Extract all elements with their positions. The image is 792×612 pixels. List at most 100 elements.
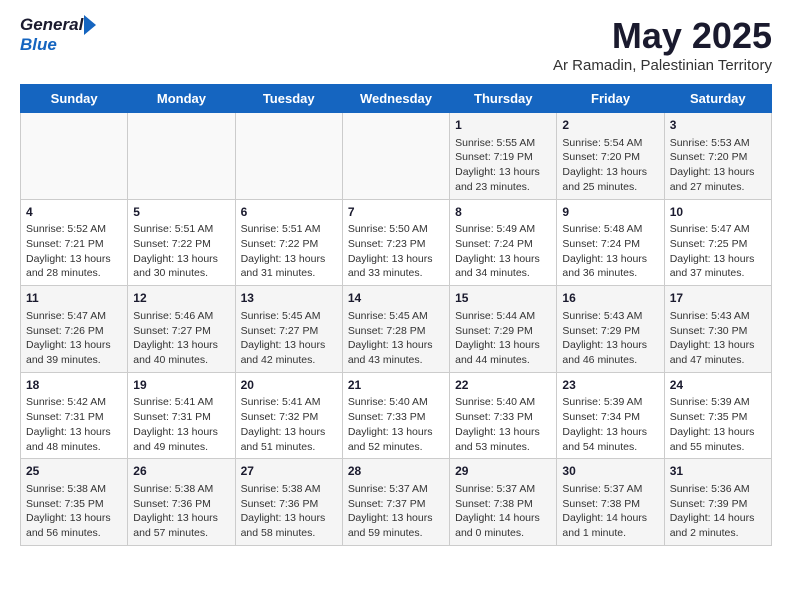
day-number: 10 xyxy=(670,204,766,221)
calendar-cell: 8Sunrise: 5:49 AMSunset: 7:24 PMDaylight… xyxy=(450,199,557,286)
page-header: General Blue May 2025 Ar Ramadin, Palest… xyxy=(20,15,772,74)
sunset-text: Sunset: 7:35 PM xyxy=(670,410,766,425)
day-number: 26 xyxy=(133,463,229,480)
day-number: 11 xyxy=(26,290,122,307)
sunrise-text: Sunrise: 5:53 AM xyxy=(670,136,766,151)
sunset-text: Sunset: 7:38 PM xyxy=(455,497,551,512)
sunrise-text: Sunrise: 5:55 AM xyxy=(455,136,551,151)
sunset-text: Sunset: 7:27 PM xyxy=(133,324,229,339)
day-number: 23 xyxy=(562,377,658,394)
sunrise-text: Sunrise: 5:38 AM xyxy=(133,482,229,497)
day-number: 15 xyxy=(455,290,551,307)
calendar-header-row: SundayMondayTuesdayWednesdayThursdayFrid… xyxy=(21,85,772,113)
sunset-text: Sunset: 7:29 PM xyxy=(455,324,551,339)
sunset-text: Sunset: 7:30 PM xyxy=(670,324,766,339)
sunrise-text: Sunrise: 5:43 AM xyxy=(670,309,766,324)
day-number: 1 xyxy=(455,117,551,134)
day-number: 22 xyxy=(455,377,551,394)
sunset-text: Sunset: 7:24 PM xyxy=(562,237,658,252)
calendar-cell: 13Sunrise: 5:45 AMSunset: 7:27 PMDayligh… xyxy=(235,286,342,373)
sunset-text: Sunset: 7:27 PM xyxy=(241,324,337,339)
day-header-tuesday: Tuesday xyxy=(235,85,342,113)
page-title: May 2025 xyxy=(553,15,772,57)
sunset-text: Sunset: 7:28 PM xyxy=(348,324,444,339)
calendar-table: SundayMondayTuesdayWednesdayThursdayFrid… xyxy=(20,84,772,546)
day-number: 14 xyxy=(348,290,444,307)
daylight-text: Daylight: 13 hours and 37 minutes. xyxy=(670,252,766,281)
sunset-text: Sunset: 7:36 PM xyxy=(133,497,229,512)
calendar-cell: 16Sunrise: 5:43 AMSunset: 7:29 PMDayligh… xyxy=(557,286,664,373)
day-number: 8 xyxy=(455,204,551,221)
sunset-text: Sunset: 7:33 PM xyxy=(455,410,551,425)
day-header-wednesday: Wednesday xyxy=(342,85,449,113)
daylight-text: Daylight: 13 hours and 46 minutes. xyxy=(562,338,658,367)
daylight-text: Daylight: 13 hours and 48 minutes. xyxy=(26,425,122,454)
sunrise-text: Sunrise: 5:40 AM xyxy=(348,395,444,410)
daylight-text: Daylight: 13 hours and 43 minutes. xyxy=(348,338,444,367)
day-header-thursday: Thursday xyxy=(450,85,557,113)
daylight-text: Daylight: 13 hours and 34 minutes. xyxy=(455,252,551,281)
day-number: 31 xyxy=(670,463,766,480)
sunrise-text: Sunrise: 5:39 AM xyxy=(670,395,766,410)
sunrise-text: Sunrise: 5:36 AM xyxy=(670,482,766,497)
calendar-cell: 12Sunrise: 5:46 AMSunset: 7:27 PMDayligh… xyxy=(128,286,235,373)
sunset-text: Sunset: 7:35 PM xyxy=(26,497,122,512)
calendar-cell: 15Sunrise: 5:44 AMSunset: 7:29 PMDayligh… xyxy=(450,286,557,373)
sunset-text: Sunset: 7:22 PM xyxy=(241,237,337,252)
sunset-text: Sunset: 7:20 PM xyxy=(562,150,658,165)
sunset-text: Sunset: 7:23 PM xyxy=(348,237,444,252)
sunrise-text: Sunrise: 5:49 AM xyxy=(455,222,551,237)
daylight-text: Daylight: 13 hours and 39 minutes. xyxy=(26,338,122,367)
week-row-4: 18Sunrise: 5:42 AMSunset: 7:31 PMDayligh… xyxy=(21,372,772,459)
sunrise-text: Sunrise: 5:37 AM xyxy=(562,482,658,497)
daylight-text: Daylight: 13 hours and 40 minutes. xyxy=(133,338,229,367)
calendar-cell: 1Sunrise: 5:55 AMSunset: 7:19 PMDaylight… xyxy=(450,113,557,200)
day-header-sunday: Sunday xyxy=(21,85,128,113)
week-row-2: 4Sunrise: 5:52 AMSunset: 7:21 PMDaylight… xyxy=(21,199,772,286)
sunset-text: Sunset: 7:31 PM xyxy=(26,410,122,425)
calendar-cell: 19Sunrise: 5:41 AMSunset: 7:31 PMDayligh… xyxy=(128,372,235,459)
calendar-cell: 17Sunrise: 5:43 AMSunset: 7:30 PMDayligh… xyxy=(664,286,771,373)
day-number: 30 xyxy=(562,463,658,480)
daylight-text: Daylight: 13 hours and 59 minutes. xyxy=(348,511,444,540)
calendar-cell: 20Sunrise: 5:41 AMSunset: 7:32 PMDayligh… xyxy=(235,372,342,459)
sunrise-text: Sunrise: 5:48 AM xyxy=(562,222,658,237)
sunset-text: Sunset: 7:33 PM xyxy=(348,410,444,425)
day-number: 5 xyxy=(133,204,229,221)
calendar-cell: 22Sunrise: 5:40 AMSunset: 7:33 PMDayligh… xyxy=(450,372,557,459)
day-number: 3 xyxy=(670,117,766,134)
day-number: 19 xyxy=(133,377,229,394)
daylight-text: Daylight: 13 hours and 58 minutes. xyxy=(241,511,337,540)
calendar-cell: 7Sunrise: 5:50 AMSunset: 7:23 PMDaylight… xyxy=(342,199,449,286)
sunset-text: Sunset: 7:24 PM xyxy=(455,237,551,252)
calendar-cell: 9Sunrise: 5:48 AMSunset: 7:24 PMDaylight… xyxy=(557,199,664,286)
day-number: 28 xyxy=(348,463,444,480)
calendar-cell: 14Sunrise: 5:45 AMSunset: 7:28 PMDayligh… xyxy=(342,286,449,373)
sunrise-text: Sunrise: 5:41 AM xyxy=(133,395,229,410)
day-number: 25 xyxy=(26,463,122,480)
sunset-text: Sunset: 7:29 PM xyxy=(562,324,658,339)
sunset-text: Sunset: 7:31 PM xyxy=(133,410,229,425)
week-row-3: 11Sunrise: 5:47 AMSunset: 7:26 PMDayligh… xyxy=(21,286,772,373)
daylight-text: Daylight: 13 hours and 25 minutes. xyxy=(562,165,658,194)
daylight-text: Daylight: 13 hours and 27 minutes. xyxy=(670,165,766,194)
sunset-text: Sunset: 7:21 PM xyxy=(26,237,122,252)
day-header-monday: Monday xyxy=(128,85,235,113)
sunset-text: Sunset: 7:38 PM xyxy=(562,497,658,512)
day-number: 9 xyxy=(562,204,658,221)
logo-general: General xyxy=(20,15,83,35)
sunset-text: Sunset: 7:25 PM xyxy=(670,237,766,252)
daylight-text: Daylight: 14 hours and 2 minutes. xyxy=(670,511,766,540)
sunrise-text: Sunrise: 5:54 AM xyxy=(562,136,658,151)
calendar-cell: 29Sunrise: 5:37 AMSunset: 7:38 PMDayligh… xyxy=(450,459,557,546)
daylight-text: Daylight: 13 hours and 57 minutes. xyxy=(133,511,229,540)
daylight-text: Daylight: 13 hours and 42 minutes. xyxy=(241,338,337,367)
sunrise-text: Sunrise: 5:44 AM xyxy=(455,309,551,324)
calendar-cell xyxy=(235,113,342,200)
sunrise-text: Sunrise: 5:45 AM xyxy=(241,309,337,324)
daylight-text: Daylight: 13 hours and 52 minutes. xyxy=(348,425,444,454)
calendar-cell: 30Sunrise: 5:37 AMSunset: 7:38 PMDayligh… xyxy=(557,459,664,546)
sunset-text: Sunset: 7:19 PM xyxy=(455,150,551,165)
calendar-cell xyxy=(21,113,128,200)
title-section: May 2025 Ar Ramadin, Palestinian Territo… xyxy=(553,15,772,74)
